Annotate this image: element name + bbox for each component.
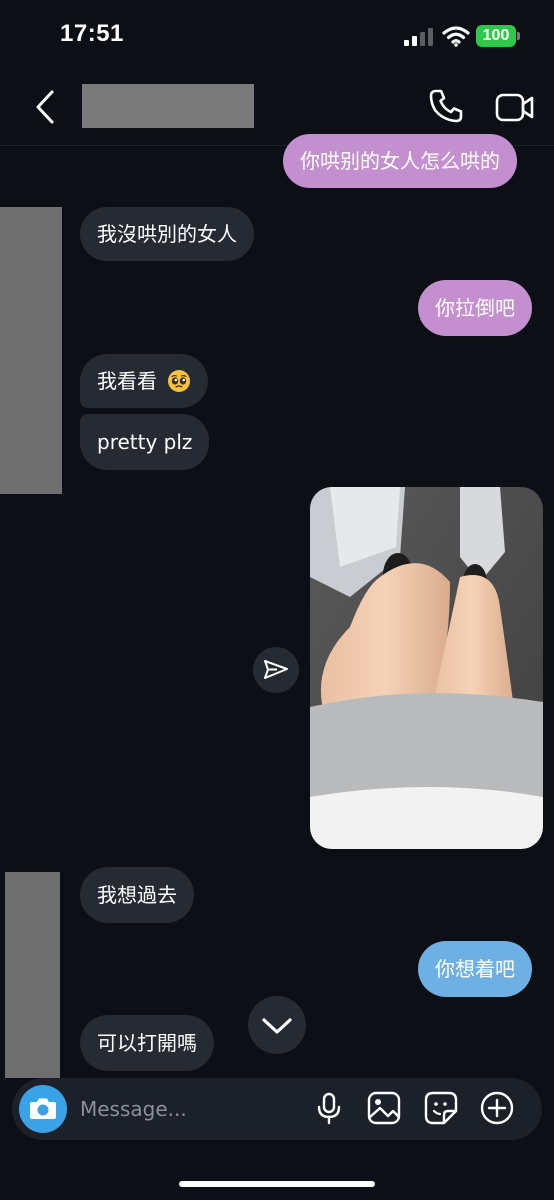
avatar-redacted [0, 207, 62, 494]
message-text: 可以打開嗎 [97, 1031, 197, 1055]
message-text: 我想過去 [97, 883, 177, 907]
message-bubble-incoming[interactable]: pretty plz [80, 414, 210, 470]
contact-name-redacted[interactable] [82, 84, 254, 128]
battery-tip [517, 32, 520, 40]
phone-icon[interactable] [428, 88, 464, 124]
camera-icon [30, 1098, 56, 1119]
message-bubble-outgoing[interactable]: 你拉倒吧 [418, 280, 532, 336]
message-text: 我沒哄別的女人 [97, 222, 237, 246]
message-text: 你哄别的女人怎么哄的 [300, 149, 500, 173]
forward-button[interactable] [253, 647, 299, 693]
chevron-down-icon [262, 1018, 292, 1034]
message-bubble-incoming[interactable]: 我沒哄別的女人 [80, 207, 254, 261]
message-text: 你想着吧 [435, 957, 515, 981]
status-time: 17:51 [60, 20, 124, 47]
microphone-icon[interactable] [311, 1090, 347, 1126]
wifi-icon [442, 26, 470, 47]
message-bubble-incoming[interactable]: 我看看 [80, 354, 209, 408]
home-indicator [179, 1181, 375, 1187]
battery-indicator: 100 [476, 25, 516, 47]
photo-image [310, 487, 543, 849]
send-arrow-icon [264, 660, 288, 679]
message-text: 你拉倒吧 [435, 296, 515, 320]
back-arrow-icon[interactable] [30, 88, 60, 126]
video-camera-icon[interactable] [495, 90, 535, 124]
message-text: pretty plz [97, 430, 193, 454]
sticker-icon[interactable] [423, 1090, 459, 1126]
plus-icon[interactable] [479, 1090, 515, 1126]
message-bubble-outgoing[interactable]: 你想着吧 [418, 941, 532, 997]
gallery-icon[interactable] [366, 1090, 402, 1126]
pleading-face-emoji [168, 369, 191, 392]
message-bubble-incoming[interactable]: 可以打開嗎 [80, 1015, 214, 1071]
cellular-signal-icon [404, 28, 433, 46]
message-bubble-incoming[interactable]: 我想過去 [80, 867, 194, 923]
avatar-redacted [5, 872, 60, 1078]
shared-photo[interactable] [310, 487, 543, 849]
scroll-to-bottom-button[interactable] [248, 996, 306, 1054]
message-bubble-outgoing[interactable]: 你哄别的女人怎么哄的 [283, 134, 517, 188]
message-text: 我看看 [97, 369, 157, 393]
message-input[interactable] [80, 1093, 300, 1125]
camera-button[interactable] [19, 1085, 67, 1133]
